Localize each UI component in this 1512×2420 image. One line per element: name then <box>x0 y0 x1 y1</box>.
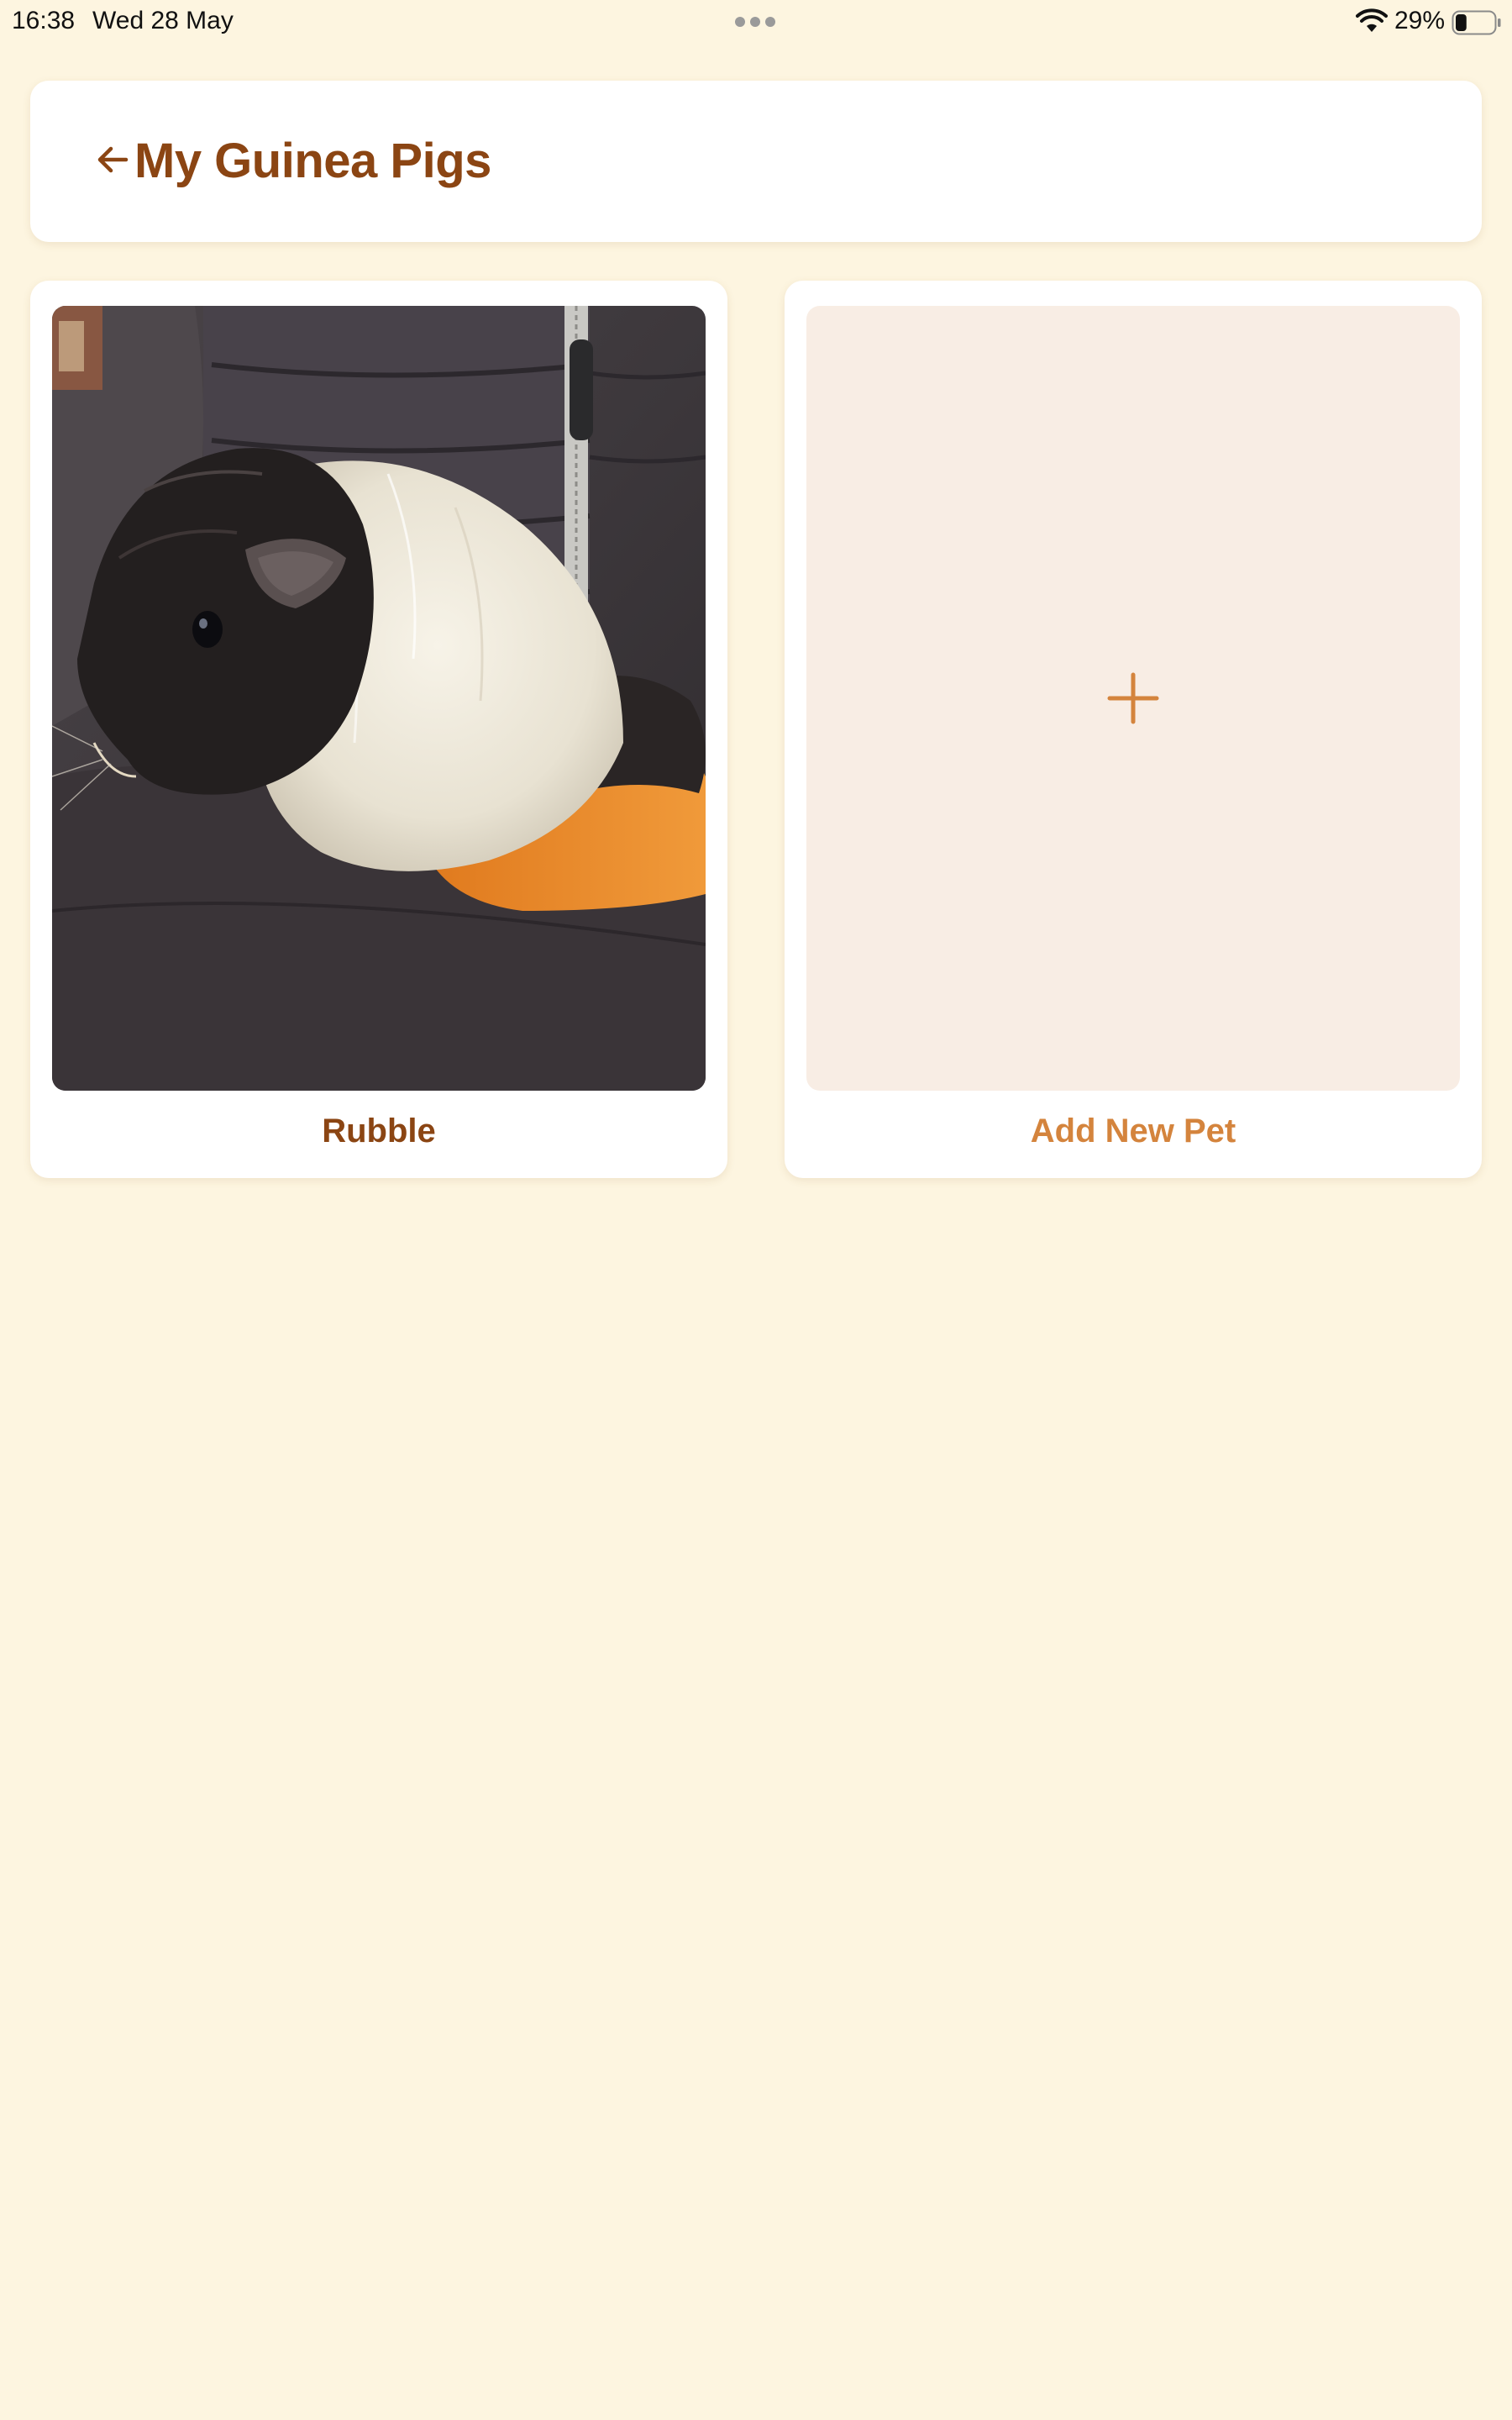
status-bar: 16:38 Wed 28 May 29% <box>0 0 1512 44</box>
pet-card-rubble[interactable]: Rubble <box>30 281 727 1178</box>
header-bar: My Guinea Pigs <box>30 81 1482 242</box>
battery-icon <box>1452 10 1501 35</box>
wifi-icon <box>1356 8 1388 32</box>
guinea-pig-photo <box>52 306 706 1091</box>
pet-name: Rubble <box>322 1113 436 1150</box>
add-pet-tile[interactable] <box>806 306 1460 1091</box>
page-title: My Guinea Pigs <box>134 134 491 188</box>
status-time: 16:38 <box>12 7 76 34</box>
arrow-left-icon <box>97 146 129 173</box>
status-date: Wed 28 May <box>92 7 234 34</box>
add-new-pet-label: Add New Pet <box>1030 1113 1236 1150</box>
add-new-pet-card[interactable]: Add New Pet <box>785 281 1482 1178</box>
plus-icon <box>1107 672 1159 724</box>
multitasking-dots-icon[interactable] <box>735 17 775 27</box>
battery-percentage: 29% <box>1394 7 1446 34</box>
